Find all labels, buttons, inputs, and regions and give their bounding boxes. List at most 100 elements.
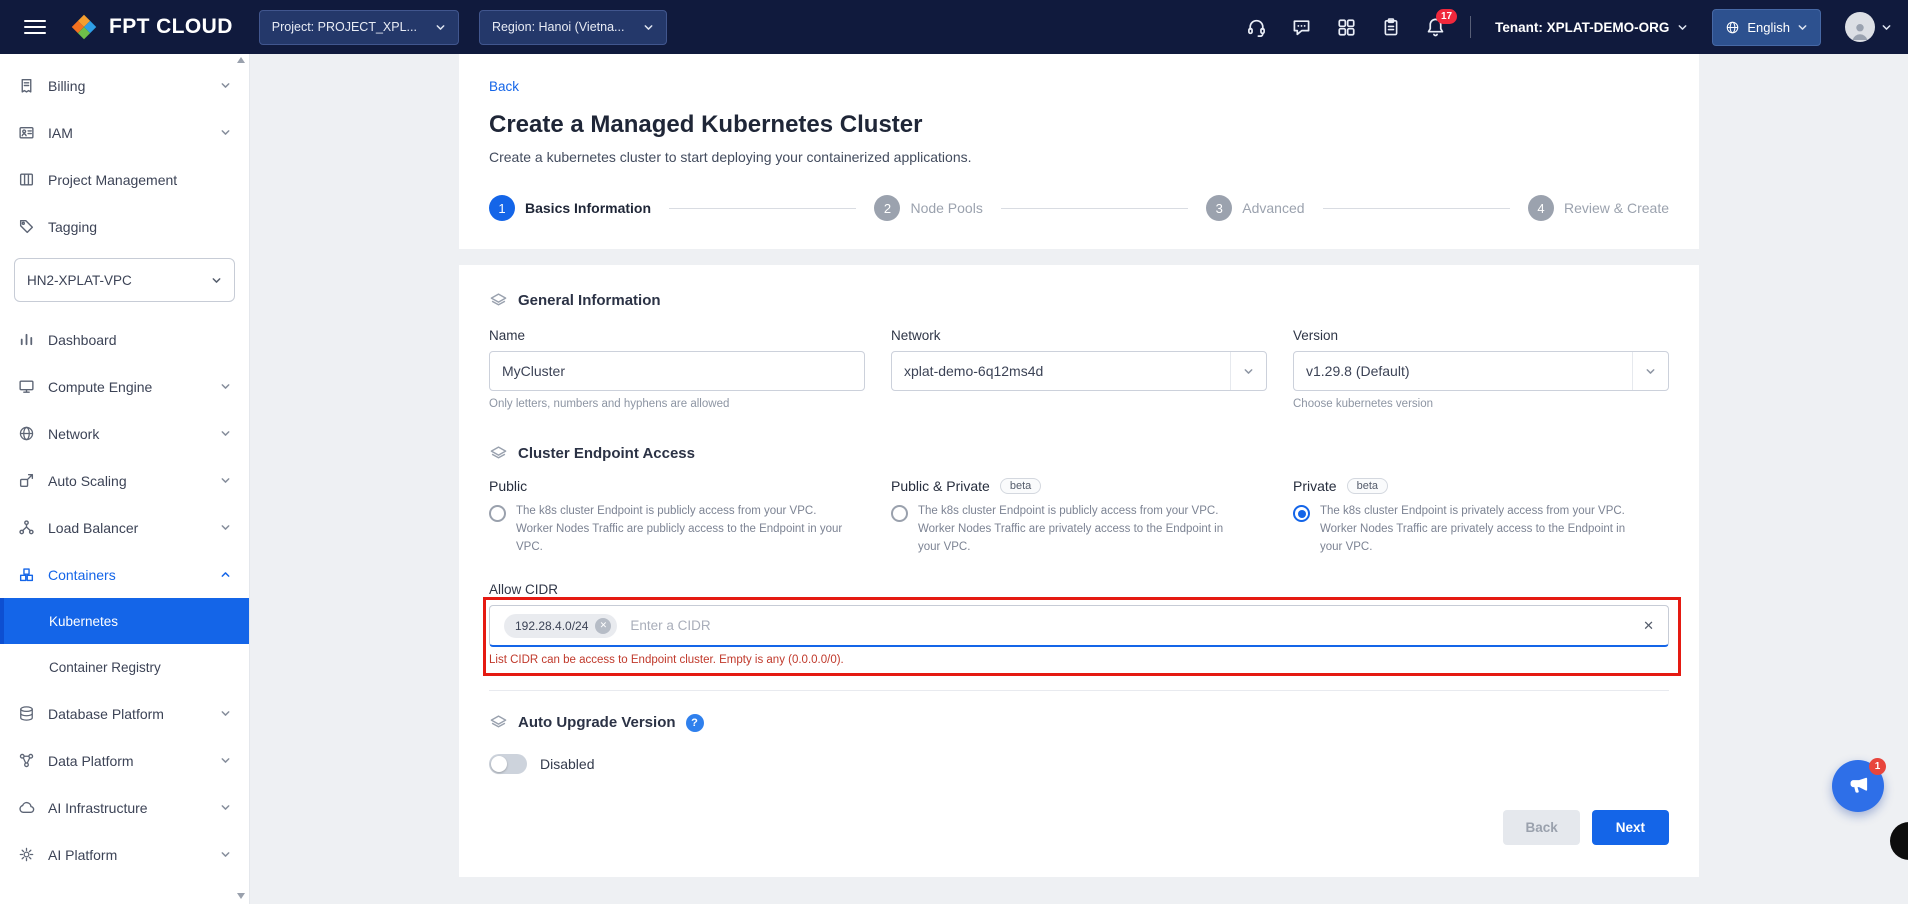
chevron-down-icon — [220, 475, 231, 486]
main-content: Back Create a Managed Kubernetes Cluster… — [250, 54, 1908, 904]
menu-icon[interactable] — [24, 20, 46, 34]
sidebar-item-label: Data Platform — [48, 753, 134, 769]
sidebar-item-auto-scaling[interactable]: Auto Scaling — [0, 457, 249, 504]
fpt-cloud-logo[interactable]: FPT CLOUD — [68, 11, 233, 43]
chevron-down-icon — [220, 802, 231, 813]
vpc-selector-value: HN2-XPLAT-VPC — [27, 273, 132, 288]
id-card-icon — [18, 124, 35, 141]
wizard-footer: Back Next — [489, 810, 1669, 845]
announcements-button[interactable]: 1 — [1832, 760, 1884, 812]
sidebar-item-billing[interactable]: Billing — [0, 62, 249, 109]
sidebar-item-network[interactable]: Network — [0, 410, 249, 457]
gear-icon — [18, 846, 35, 863]
nodes-icon — [18, 752, 35, 769]
sidebar-item-label: Tagging — [48, 219, 97, 235]
sidebar-item-label: Billing — [48, 78, 85, 94]
cidr-text-input[interactable] — [630, 618, 1630, 633]
chat-button[interactable] — [1291, 17, 1312, 38]
step-node-pools[interactable]: 2 Node Pools — [874, 195, 982, 221]
project-selector[interactable]: Project: PROJECT_XPL... — [259, 10, 459, 45]
step-connector — [1323, 208, 1510, 209]
sidebar-scroll-down-arrow[interactable] — [237, 893, 245, 899]
option-title: Public & Private — [891, 478, 990, 494]
help-icon[interactable] — [686, 714, 704, 732]
chevron-down-icon — [1881, 22, 1892, 33]
step-label: Node Pools — [910, 200, 982, 216]
version-select[interactable]: v1.29.8 (Default) — [1293, 351, 1669, 391]
endpoint-option-public-private: Public & Private beta The k8s cluster En… — [891, 478, 1267, 556]
name-field-group: Name Only letters, numbers and hyphens a… — [489, 328, 865, 410]
network-select[interactable]: xplat-demo-6q12ms4d — [891, 351, 1267, 391]
sidebar-item-iam[interactable]: IAM — [0, 109, 249, 156]
step-number: 1 — [489, 195, 515, 221]
network-label: Network — [891, 328, 1267, 343]
sidebar-item-ai-infrastructure[interactable]: AI Infrastructure — [0, 784, 249, 831]
sidebar-item-container-registry[interactable]: Container Registry — [0, 644, 249, 690]
avatar — [1845, 12, 1875, 42]
version-helper-text: Choose kubernetes version — [1293, 398, 1669, 410]
step-connector — [669, 208, 856, 209]
sidebar-item-project-management[interactable]: Project Management — [0, 156, 249, 203]
sidebar-item-label: Network — [48, 426, 99, 442]
top-bar: FPT CLOUD Project: PROJECT_XPL... Region… — [0, 0, 1908, 54]
sidebar-item-label: IAM — [48, 125, 73, 141]
wizard-header-card: Back Create a Managed Kubernetes Cluster… — [459, 54, 1699, 249]
step-advanced[interactable]: 3 Advanced — [1206, 195, 1304, 221]
step-number: 3 — [1206, 195, 1232, 221]
private-radio[interactable] — [1293, 505, 1310, 522]
step-label: Review & Create — [1564, 200, 1669, 216]
support-button[interactable] — [1246, 17, 1267, 38]
next-button[interactable]: Next — [1592, 810, 1669, 845]
docs-button[interactable] — [1381, 17, 1401, 37]
sidebar-item-dashboard[interactable]: Dashboard — [0, 316, 249, 363]
support-headset-icon — [1246, 17, 1267, 38]
chip-remove-icon[interactable] — [595, 618, 611, 634]
clipboard-icon — [1381, 17, 1401, 37]
sidebar-item-database-platform[interactable]: Database Platform — [0, 690, 249, 737]
apps-button[interactable] — [1336, 17, 1357, 38]
chat-icon — [1291, 17, 1312, 38]
chevron-down-icon — [220, 80, 231, 91]
option-description: The k8s cluster Endpoint is privately ac… — [1320, 503, 1650, 556]
language-selector[interactable]: English — [1712, 9, 1821, 46]
layers-icon — [489, 291, 508, 310]
chevron-down-icon — [1243, 366, 1254, 377]
allow-cidr-block: Allow CIDR 192.28.4.0/24 List CIDR can b… — [489, 582, 1669, 666]
notifications-button[interactable]: 17 — [1425, 17, 1446, 38]
cidr-input[interactable]: 192.28.4.0/24 — [489, 605, 1669, 647]
public-private-radio[interactable] — [891, 505, 908, 522]
back-button[interactable]: Back — [1503, 810, 1579, 845]
sidebar-item-containers[interactable]: Containers — [0, 551, 249, 598]
sidebar-item-compute-engine[interactable]: Compute Engine — [0, 363, 249, 410]
sidebar-item-data-platform[interactable]: Data Platform — [0, 737, 249, 784]
sidebar-scroll-up-arrow[interactable] — [237, 57, 245, 63]
cloud-icon — [18, 799, 35, 816]
user-menu[interactable] — [1845, 12, 1892, 42]
option-description: The k8s cluster Endpoint is publicly acc… — [516, 503, 846, 556]
sidebar-item-tagging[interactable]: Tagging — [0, 203, 249, 250]
sidebar-item-ai-platform[interactable]: AI Platform — [0, 831, 249, 878]
version-select-value: v1.29.8 (Default) — [1294, 363, 1422, 379]
general-information-section-header: General Information — [489, 291, 1669, 310]
tenant-selector[interactable]: Tenant: XPLAT-DEMO-ORG — [1495, 20, 1688, 35]
name-input[interactable] — [489, 351, 865, 391]
beta-badge: beta — [1000, 478, 1041, 494]
layers-icon — [489, 444, 508, 463]
back-link[interactable]: Back — [489, 79, 519, 94]
step-basics-information[interactable]: 1 Basics Information — [489, 195, 651, 221]
auto-upgrade-toggle[interactable] — [489, 754, 527, 774]
network-select-value: xplat-demo-6q12ms4d — [892, 363, 1055, 379]
section-title: General Information — [518, 292, 661, 309]
cluster-endpoint-access-section-header: Cluster Endpoint Access — [489, 444, 1669, 463]
monitor-icon — [18, 378, 35, 395]
step-review-create[interactable]: 4 Review & Create — [1528, 195, 1669, 221]
region-selector[interactable]: Region: Hanoi (Vietna... — [479, 10, 667, 45]
vpc-selector[interactable]: HN2-XPLAT-VPC — [14, 258, 235, 302]
step-label: Basics Information — [525, 200, 651, 216]
sidebar-item-load-balancer[interactable]: Load Balancer — [0, 504, 249, 551]
sidebar-item-kubernetes[interactable]: Kubernetes — [0, 598, 249, 644]
clear-input-icon[interactable] — [1643, 618, 1654, 634]
public-radio[interactable] — [489, 505, 506, 522]
globe-icon — [18, 425, 35, 442]
containers-icon — [18, 566, 35, 583]
